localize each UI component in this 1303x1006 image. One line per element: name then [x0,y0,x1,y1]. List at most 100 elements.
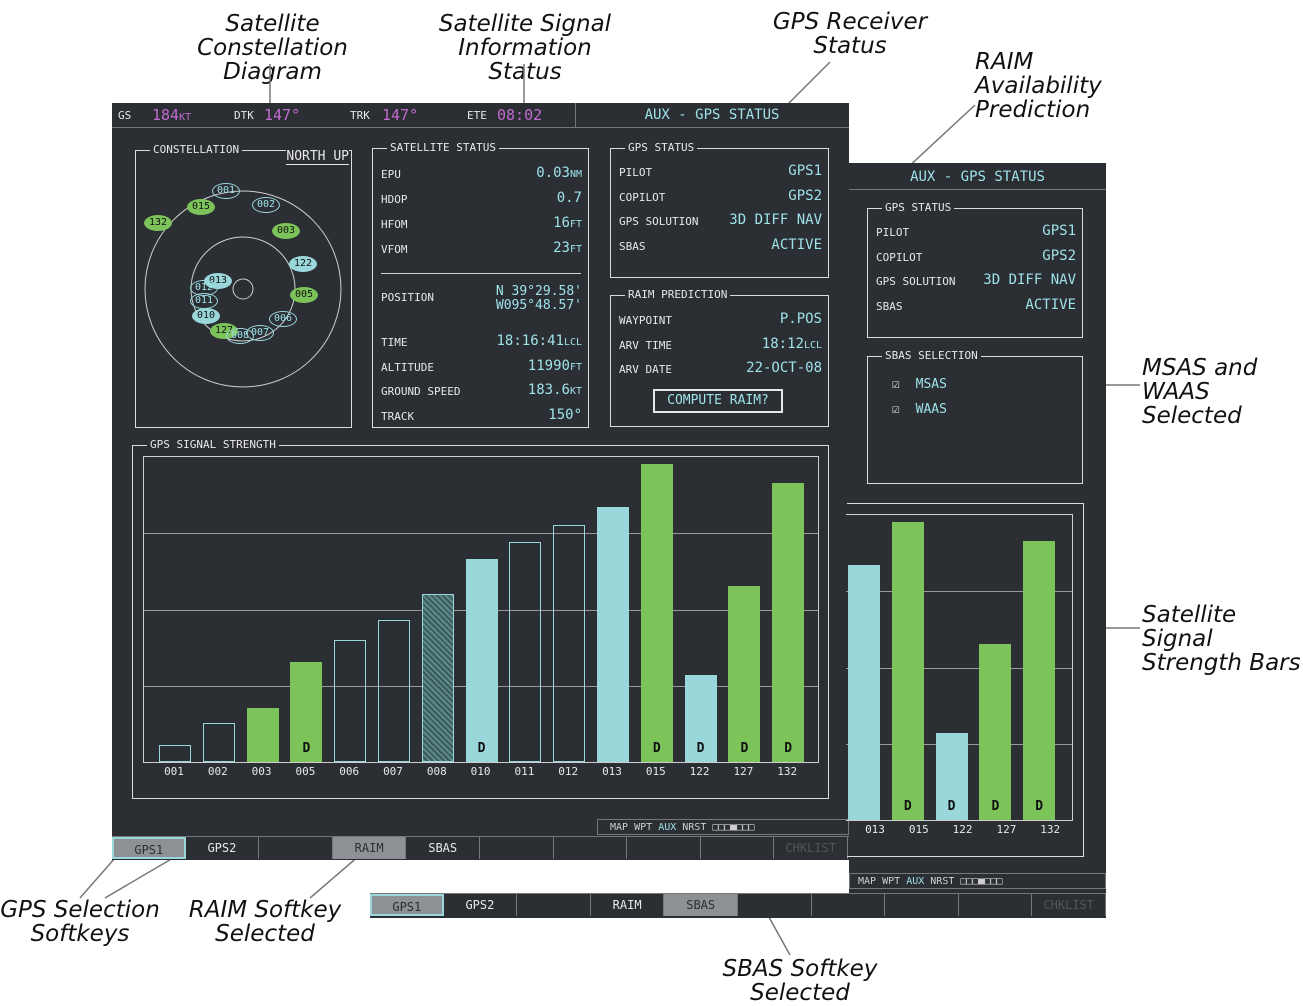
signal-bar-122: D [684,675,717,762]
gps-status-title-2: GPS STATUS [882,200,955,216]
trk-label: TRK [350,109,370,122]
signal-bar-003 [246,708,279,762]
checkbox-checked-icon[interactable]: ☑ [892,402,900,417]
softkey-checklist[interactable]: CHKLIST [774,837,848,859]
gps-status-value: ACTIVE [771,236,822,253]
sat-status-value: 150° [548,406,582,423]
satellite-marker: 007 [246,325,274,341]
signal-bar-label: 003 [251,765,272,778]
signal-bar-label: 127 [733,765,754,778]
signal-bar-005: D [290,662,323,762]
sat-status-label: TRACK [381,409,415,423]
chart-gridline [144,533,818,534]
sbas-page-title: AUX - GPS STATUS [910,169,1045,185]
gps-status-value: GPS2 [788,187,822,204]
differential-marker: D [1035,799,1044,814]
signal-bar-label: 010 [470,765,491,778]
softkey-sbas[interactable]: SBAS [406,837,480,859]
gps-status-value: GPS2 [1042,247,1076,264]
signal-bar-label: 015 [908,823,929,836]
softkey-bar-2: GPS1 GPS2 RAIM SBAS CHKLIST [370,893,1106,918]
gps-status-panel: GPS STATUS PILOT GPS1 COPILOT GPS2 GPS SOLUT… [610,140,829,278]
sat-status-value: 16FT [553,215,582,231]
gps-status-label: PILOT [876,226,910,239]
softkey-blank7[interactable] [554,837,628,859]
signal-bar-013 [597,507,629,762]
softkey-blank3[interactable] [259,837,333,859]
softkey-blank8[interactable] [885,894,959,916]
satellite-status-panel: SATELLITE STATUS EPU 0.03NM HDOP 0.7 HFOM 16F… [372,140,589,428]
sbas-item-msas[interactable]: ☑ MSAS [892,377,947,392]
signal-bar-label: 132 [777,765,798,778]
sbas-selection-title: SBAS SELECTION [882,348,981,364]
satellite-marker: 122 [289,256,317,272]
raim-prediction-panel: RAIM PREDICTION WAYPOINT P.POS ARV TIME 18:… [610,287,829,427]
signal-bar-label: 001 [164,765,184,778]
page-title: AUX - GPS STATUS [644,107,780,123]
raim-value: 22-OCT-08 [746,360,822,376]
softkey-gps2[interactable]: GPS2 [186,837,260,859]
signal-bar-127: D [728,586,761,762]
signal-bar-122: D [935,733,968,820]
sat-status-label: HDOP [381,193,408,206]
softkey-bar: GPS1 GPS2 RAIM SBAS CHKLIST [112,836,849,861]
longitude-value: W095°48.57' [495,298,582,313]
signal-bar-013 [848,565,880,820]
gps-status-label: SBAS [619,239,646,253]
softkey-blank8[interactable] [627,837,701,859]
gps-status-value: GPS1 [1042,223,1076,239]
signal-bar-015: D [891,522,924,820]
gs-label: GS [118,109,132,122]
satellite-marker: 006 [269,311,297,327]
signal-bar-label: 122 [689,765,710,778]
constellation-diagram [144,190,342,388]
sbas-item-waas[interactable]: ☑ WAAS [892,402,947,417]
softkey-raim[interactable]: RAIM [591,894,665,916]
softkey-gps1[interactable]: GPS1 [112,837,186,859]
gps-status-value: 3D DIFF NAV [729,212,822,228]
signal-bar-008 [421,594,454,762]
satellite-marker: 002 [252,197,280,213]
gps-status-label: GPS SOLUTION [876,275,956,288]
checkbox-checked-icon[interactable]: ☑ [892,377,900,392]
gps-status-label: SBAS [876,299,903,313]
main-display: GS 184KT DTK 147° TRK 147° ETE 08:02 AUX… [112,103,849,860]
ete-value: 08:02 [497,106,543,124]
signal-bar-label: 011 [514,765,535,778]
softkey-gps2[interactable]: GPS2 [444,894,518,916]
signal-bar-132: D [1023,541,1056,820]
softkey-gps1[interactable]: GPS1 [370,894,444,916]
signal-bar-label: 013 [602,765,622,778]
softkey-blank7[interactable] [812,894,886,916]
constellation-panel: CONSTELLATION NORTH UP 001 002 015 132 003 12… [135,142,352,428]
softkey-raim[interactable]: RAIM [332,837,407,859]
compute-raim-button[interactable]: COMPUTE RAIM? [653,389,783,413]
signal-bar-015: D [640,464,673,762]
signal-bar-002 [202,723,235,762]
sat-status-label: EPU [381,168,401,181]
differential-marker: D [740,741,749,756]
signal-bar-label: 005 [295,765,316,778]
signal-strength-panel-2: D D D D 013 015 122 127 132 [846,503,1084,857]
sat-status-value: 183.6KT [527,382,582,398]
raim-value: 18:12LCL [761,335,822,352]
softkey-blank6[interactable] [738,894,812,916]
softkey-blank6[interactable] [480,837,554,859]
softkey-blank9[interactable] [701,837,775,859]
softkey-sbas[interactable]: SBAS [664,894,738,916]
signal-bar-007 [378,620,410,762]
sat-status-label: TIME [381,336,408,349]
gps-status-label: COPILOT [876,250,923,264]
softkey-checklist[interactable]: CHKLIST [1032,894,1106,916]
satellite-marker: 015 [187,199,215,215]
signal-bar-label: 002 [207,765,228,778]
softkey-blank9[interactable] [959,894,1033,916]
position-label: POSITION [381,291,434,304]
signal-strength-title: GPS SIGNAL STRENGTH [147,437,279,453]
sat-status-value: 23FT [553,240,582,256]
softkey-blank3[interactable] [517,894,591,916]
raim-label: WAYPOINT [619,314,672,327]
sat-status-value: 0.03NM [536,165,582,181]
sat-status-label: GROUND SPEED [381,385,461,398]
sat-status-value: 11990FT [527,357,582,374]
